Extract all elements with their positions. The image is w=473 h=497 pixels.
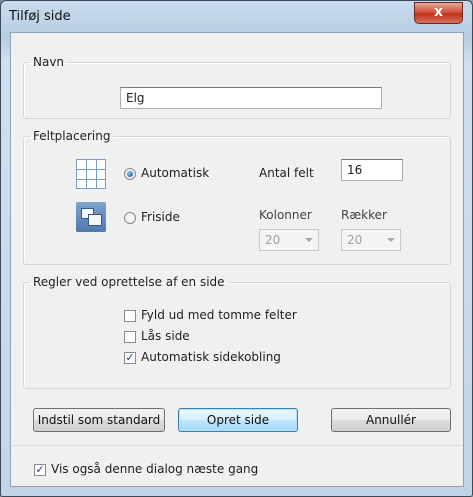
columns-label: Kolonner [259,208,312,222]
cancel-button[interactable]: Annullér [331,408,451,432]
close-button[interactable]: x [414,2,463,24]
columns-value: 20 [265,233,281,247]
chevron-down-icon [305,238,313,242]
free-page-radio[interactable] [124,212,136,224]
lock-page-checkbox[interactable] [124,331,136,343]
auto-link-checkbox[interactable]: ✓ [124,352,136,364]
fill-empty-label[interactable]: Fyld ud med tomme felter [141,308,297,322]
rows-label: Rækker [341,208,387,222]
grid-icon [76,159,106,189]
rules-group: Regler ved oprettelse af en side [23,275,451,389]
dialog-body: Navn Elg Feltplacering Automatisk Antal … [10,32,464,487]
automatic-radio[interactable] [124,168,136,180]
automatic-label[interactable]: Automatisk [141,166,209,180]
show-again-label[interactable]: Vis også denne dialog næste gang [51,462,258,476]
chevron-down-icon [387,238,395,242]
field-count-input[interactable]: 16 [341,159,403,181]
free-page-icon [76,202,106,232]
set-default-button[interactable]: Indstil som standard [33,408,165,432]
rows-value: 20 [347,233,363,247]
title-bar[interactable]: Tilføj side x [1,1,472,35]
show-again-checkbox[interactable]: ✓ [34,464,46,476]
fill-empty-checkbox[interactable] [124,310,136,322]
lock-page-label[interactable]: Lås side [141,329,190,343]
placement-group-legend: Feltplacering [33,129,111,143]
auto-link-label[interactable]: Automatisk sidekobling [141,350,281,364]
field-count-label: Antal felt [259,166,314,180]
create-page-button[interactable]: Opret side [178,408,298,432]
name-group-legend: Navn [33,55,65,69]
columns-select[interactable]: 20 [259,229,319,251]
free-page-label[interactable]: Friside [141,210,180,224]
rules-group-legend: Regler ved oprettelse af en side [33,275,225,289]
dialog-title: Tilføj side [9,9,71,24]
footer-divider [11,445,463,446]
add-page-dialog: Tilføj side x Navn Elg Feltplacering Aut… [0,0,473,497]
name-input[interactable]: Elg [120,87,382,109]
rows-select[interactable]: 20 [341,229,401,251]
